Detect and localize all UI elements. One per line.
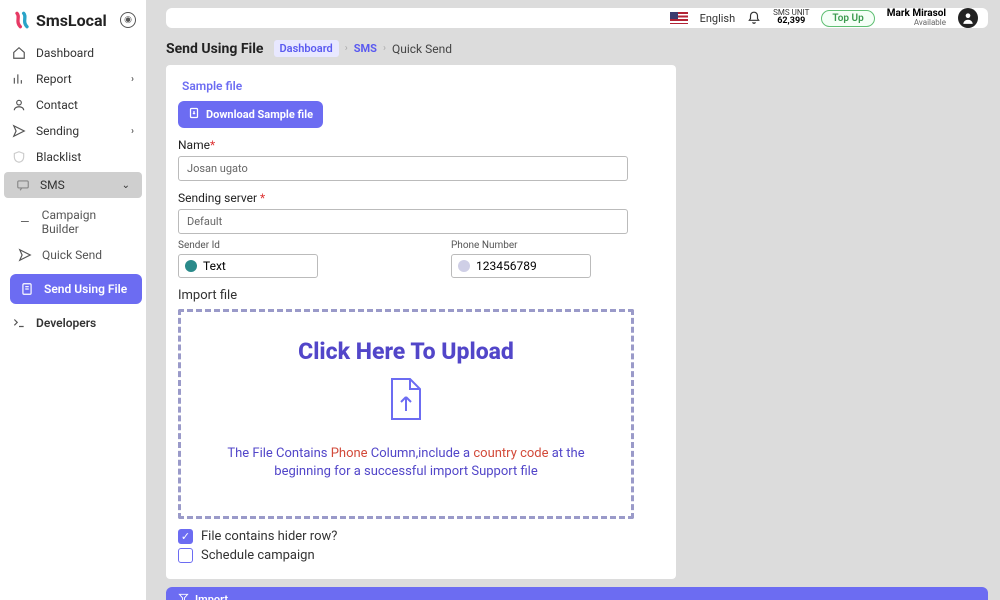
chevron-down-icon: ⌄ (122, 180, 130, 191)
file-icon (20, 282, 34, 296)
import-button[interactable]: Import (166, 587, 988, 600)
nav-send-using-file[interactable]: Send Using File (10, 274, 142, 304)
checkbox-checked-icon: ✓ (178, 529, 193, 544)
nav-label: Sending (36, 124, 79, 138)
sidebar: SmsLocal ◉ Dashboard Report › Contact Se… (0, 0, 146, 600)
topbar: English SMS UNIT 62,399 Top Up Mark Mira… (166, 8, 988, 28)
checkbox-label: Schedule campaign (201, 548, 315, 563)
sender-id-input[interactable]: Text (178, 254, 318, 278)
units-value: 62,399 (773, 17, 809, 27)
nav-quick-send[interactable]: Quick Send (6, 242, 146, 268)
phone-label: Phone Number (451, 240, 664, 251)
dot-icon (458, 260, 470, 272)
chevron-right-icon: › (383, 43, 386, 54)
chat-icon (16, 178, 30, 192)
sms-units: SMS UNIT 62,399 (773, 9, 809, 28)
topup-button[interactable]: Top Up (821, 10, 874, 27)
server-input[interactable] (178, 209, 628, 234)
home-icon (12, 46, 26, 60)
brand-name: SmsLocal (36, 11, 107, 30)
user-status: Available (887, 19, 946, 28)
nav-developers[interactable]: Developers (0, 310, 146, 336)
shield-icon (12, 150, 26, 164)
import-file-label: Import file (178, 288, 664, 303)
nav-blacklist[interactable]: Blacklist (0, 144, 146, 170)
page-title: Send Using File (166, 41, 264, 57)
flag-icon (670, 12, 688, 24)
file-dropzone[interactable]: Click Here To Upload The File Contains P… (178, 309, 634, 519)
nav-label: Campaign Builder (42, 208, 134, 236)
avatar-icon[interactable] (958, 8, 978, 28)
send-icon (12, 124, 26, 138)
nav-label: Send Using File (44, 282, 127, 296)
dropzone-title: Click Here To Upload (298, 338, 514, 365)
nav-report[interactable]: Report › (0, 66, 146, 92)
user-icon (12, 98, 26, 112)
dot-icon (185, 260, 197, 272)
download-icon (188, 107, 200, 122)
chevron-right-icon: › (131, 74, 134, 85)
bell-icon[interactable] (747, 11, 761, 25)
collapse-icon[interactable]: ◉ (120, 12, 136, 28)
server-label: Sending server * (178, 191, 664, 205)
send-icon (18, 248, 32, 262)
nav-label: Developers (36, 316, 96, 330)
user-info: Mark Mirasol Available (887, 8, 946, 28)
terminal-icon (12, 316, 26, 330)
phone-value: 123456789 (476, 259, 537, 273)
nav-sms[interactable]: SMS ⌄ (4, 172, 142, 198)
breadcrumb-dashboard[interactable]: Dashboard (274, 40, 339, 57)
brand-logo-icon (12, 10, 32, 30)
nav-sending[interactable]: Sending › (0, 118, 146, 144)
filter-icon (178, 592, 189, 600)
main-content: English SMS UNIT 62,399 Top Up Mark Mira… (146, 0, 1000, 600)
nav-label: Report (36, 72, 72, 86)
phone-input[interactable]: 123456789 (451, 254, 591, 278)
section-title: Sample file (182, 79, 664, 93)
upload-file-icon (386, 375, 426, 427)
nav-campaign-builder[interactable]: — Campaign Builder (6, 202, 146, 242)
language-selector[interactable]: English (700, 12, 736, 25)
breadcrumb-sms[interactable]: SMS (354, 42, 377, 55)
import-label: Import (195, 593, 228, 600)
breadcrumb-current: Quick Send (392, 42, 452, 56)
checkbox-unchecked-icon (178, 548, 193, 563)
nav-label: Quick Send (42, 248, 102, 262)
nav-dashboard[interactable]: Dashboard (0, 40, 146, 66)
sender-id-value: Text (203, 259, 226, 273)
form-card: Sample file Download Sample file Name* S… (166, 65, 676, 579)
name-label: Name* (178, 138, 664, 152)
nav-label: Contact (36, 98, 78, 112)
checkbox-hider-row[interactable]: ✓ File contains hider row? (178, 529, 664, 544)
logo-row: SmsLocal ◉ (0, 6, 146, 40)
dash-icon: — (18, 215, 32, 229)
nav-sms-children: — Campaign Builder Quick Send Send Using… (0, 202, 146, 310)
download-sample-button[interactable]: Download Sample file (178, 101, 323, 128)
nav-label: Blacklist (36, 150, 81, 164)
name-input[interactable] (178, 156, 628, 181)
chevron-right-icon: › (345, 43, 348, 54)
nav-contact[interactable]: Contact (0, 92, 146, 118)
bars-icon (12, 72, 26, 86)
nav-label: SMS (40, 178, 65, 192)
chevron-right-icon: › (131, 126, 134, 137)
breadcrumb: Send Using File Dashboard › SMS › Quick … (166, 28, 988, 65)
download-label: Download Sample file (206, 108, 313, 121)
checkbox-schedule[interactable]: Schedule campaign (178, 548, 664, 563)
dropzone-help: The File Contains Phone Column,include a… (201, 445, 611, 481)
nav-label: Dashboard (36, 46, 94, 60)
sender-id-label: Sender Id (178, 240, 391, 251)
checkbox-label: File contains hider row? (201, 529, 337, 544)
